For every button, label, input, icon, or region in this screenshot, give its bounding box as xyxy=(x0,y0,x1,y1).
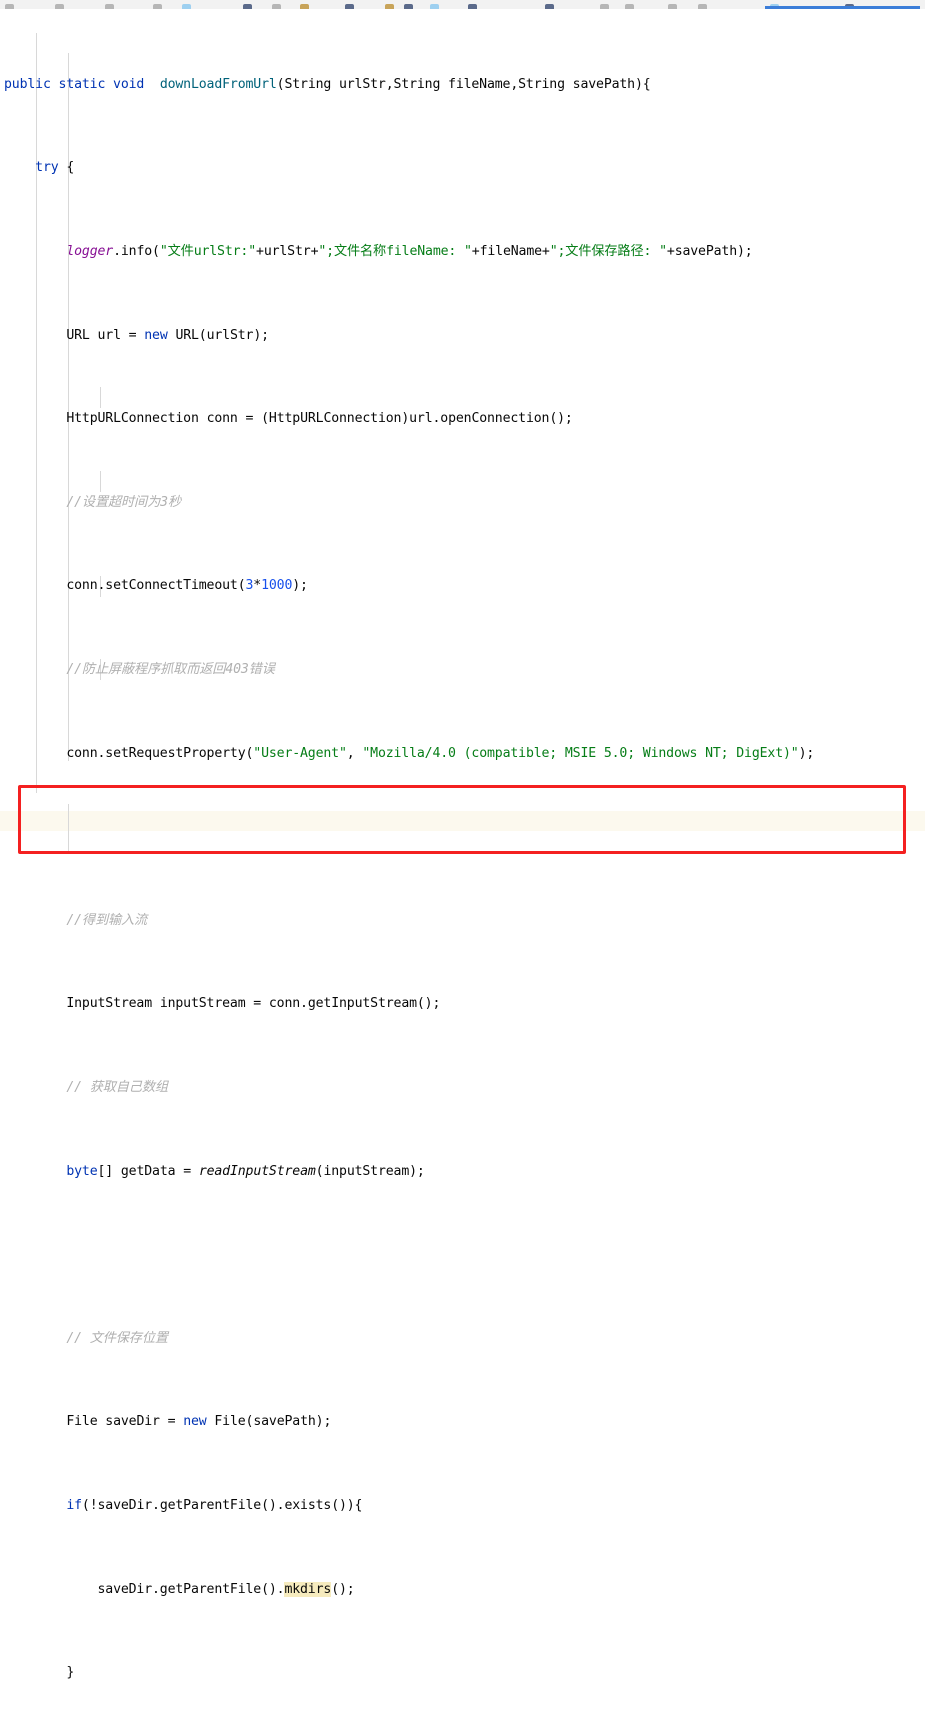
modifiers-token: public static void xyxy=(4,76,145,92)
code-content[interactable]: public static void downLoadFromUrl(Strin… xyxy=(0,9,925,1728)
conn-cast: (HttpURLConnection)url.openConnection(); xyxy=(261,411,573,427)
code-line-3: logger.info("文件urlStr:"+urlStr+";文件名称fil… xyxy=(66,243,753,259)
inputstream-type: InputStream xyxy=(66,996,153,1012)
code-line-7: conn.setConnectTimeout(3*1000); xyxy=(66,578,308,594)
info-call-token: .info( xyxy=(113,243,160,259)
get-input-stream-call: conn.getInputStream(); xyxy=(268,996,441,1012)
string-token-savepath: ";文件保存路径: " xyxy=(549,243,667,259)
code-line-17: saveDir.getParentFile().mkdirs(); xyxy=(97,1581,355,1597)
file-type-token: File xyxy=(66,1414,98,1430)
ua-key-string: "User-Agent" xyxy=(253,745,347,761)
mkdirs-prefix: saveDir.getParentFile(). xyxy=(97,1581,285,1597)
savedir-var: saveDir xyxy=(105,1414,160,1430)
code-line-5: HttpURLConnection conn = (HttpURLConnect… xyxy=(66,411,573,427)
var-savepath: savePath xyxy=(674,243,738,259)
getdata-var: getData xyxy=(120,1163,176,1179)
set-request-property-call: conn.setRequestProperty( xyxy=(66,745,254,761)
if-keyword-1: if xyxy=(66,1498,82,1514)
method-name-token: downLoadFromUrl xyxy=(159,76,277,92)
comment-byte-array: // 获取自己数组 xyxy=(66,1080,168,1096)
code-editor[interactable]: public static void downLoadFromUrl(Strin… xyxy=(0,9,925,1680)
url-type: URL xyxy=(66,327,90,343)
code-line-10: //得到输入流 xyxy=(0,911,925,932)
if-parent-exists-cond: (!saveDir.getParentFile().exists()){ xyxy=(81,1498,363,1514)
logger-field-token: logger xyxy=(66,243,114,259)
comment-403: //防止屏蔽程序抓取而返回403错误 xyxy=(66,661,275,677)
string-token-urlstr: "文件urlStr:" xyxy=(159,243,257,259)
code-line-14: // 文件保存位置 xyxy=(0,1329,925,1350)
code-line-1: public static void downLoadFromUrl(Strin… xyxy=(0,75,925,96)
code-line-15: File saveDir = new File(savePath); xyxy=(66,1414,332,1430)
ua-value-string: "Mozilla/4.0 (compatible; MSIE 5.0; Wind… xyxy=(362,745,799,761)
file-savepath-ctor: File(savePath); xyxy=(214,1414,332,1430)
url-ctor: URL(urlStr); xyxy=(175,327,269,343)
code-line-4: URL url = new URL(urlStr); xyxy=(66,327,269,343)
comment-input-stream: //得到输入流 xyxy=(66,912,148,928)
code-line-9: conn.setRequestProperty("User-Agent", "M… xyxy=(66,745,815,761)
code-line-18: } xyxy=(66,1665,75,1681)
code-line-13: byte[] getData = readInputStream(inputSt… xyxy=(66,1163,425,1179)
conn-type: HttpURLConnection xyxy=(66,411,199,427)
code-line-2: try { xyxy=(0,158,925,179)
new-keyword: new xyxy=(144,327,168,343)
var-filename: fileName xyxy=(479,243,542,259)
inputstream-var: inputStream xyxy=(159,996,246,1012)
url-var: url xyxy=(97,327,122,343)
try-keyword: try xyxy=(35,160,59,176)
comment-timeout: //设置超时间为3秒 xyxy=(66,494,181,510)
method-params-token: (String urlStr,String fileName,String sa… xyxy=(276,76,651,92)
string-token-filename: ";文件名称fileName: " xyxy=(318,243,472,259)
try-open-brace: { xyxy=(66,160,75,176)
comment-save-location: // 文件保存位置 xyxy=(66,1330,168,1346)
code-line-16: if(!saveDir.getParentFile().exists()){ xyxy=(0,1496,925,1517)
byte-keyword: byte xyxy=(66,1163,98,1179)
code-line-6: //设置超时间为3秒 xyxy=(0,493,925,514)
code-line-blank-2 xyxy=(0,1245,925,1266)
code-line-11: InputStream inputStream = conn.getInputS… xyxy=(66,996,441,1012)
conn-var: conn xyxy=(206,411,238,427)
var-urlstr: urlStr xyxy=(263,243,311,259)
code-line-8: //防止屏蔽程序抓取而返回403错误 xyxy=(0,660,925,681)
num-1000: 1000 xyxy=(261,578,293,594)
code-line-blank-1 xyxy=(0,827,925,848)
code-line-12: // 获取自己数组 xyxy=(0,1078,925,1099)
read-input-stream-call: readInputStream xyxy=(198,1163,316,1179)
mkdirs-highlighted-token: mkdirs xyxy=(284,1581,332,1597)
set-timeout-call: conn.setConnectTimeout( xyxy=(66,578,246,594)
